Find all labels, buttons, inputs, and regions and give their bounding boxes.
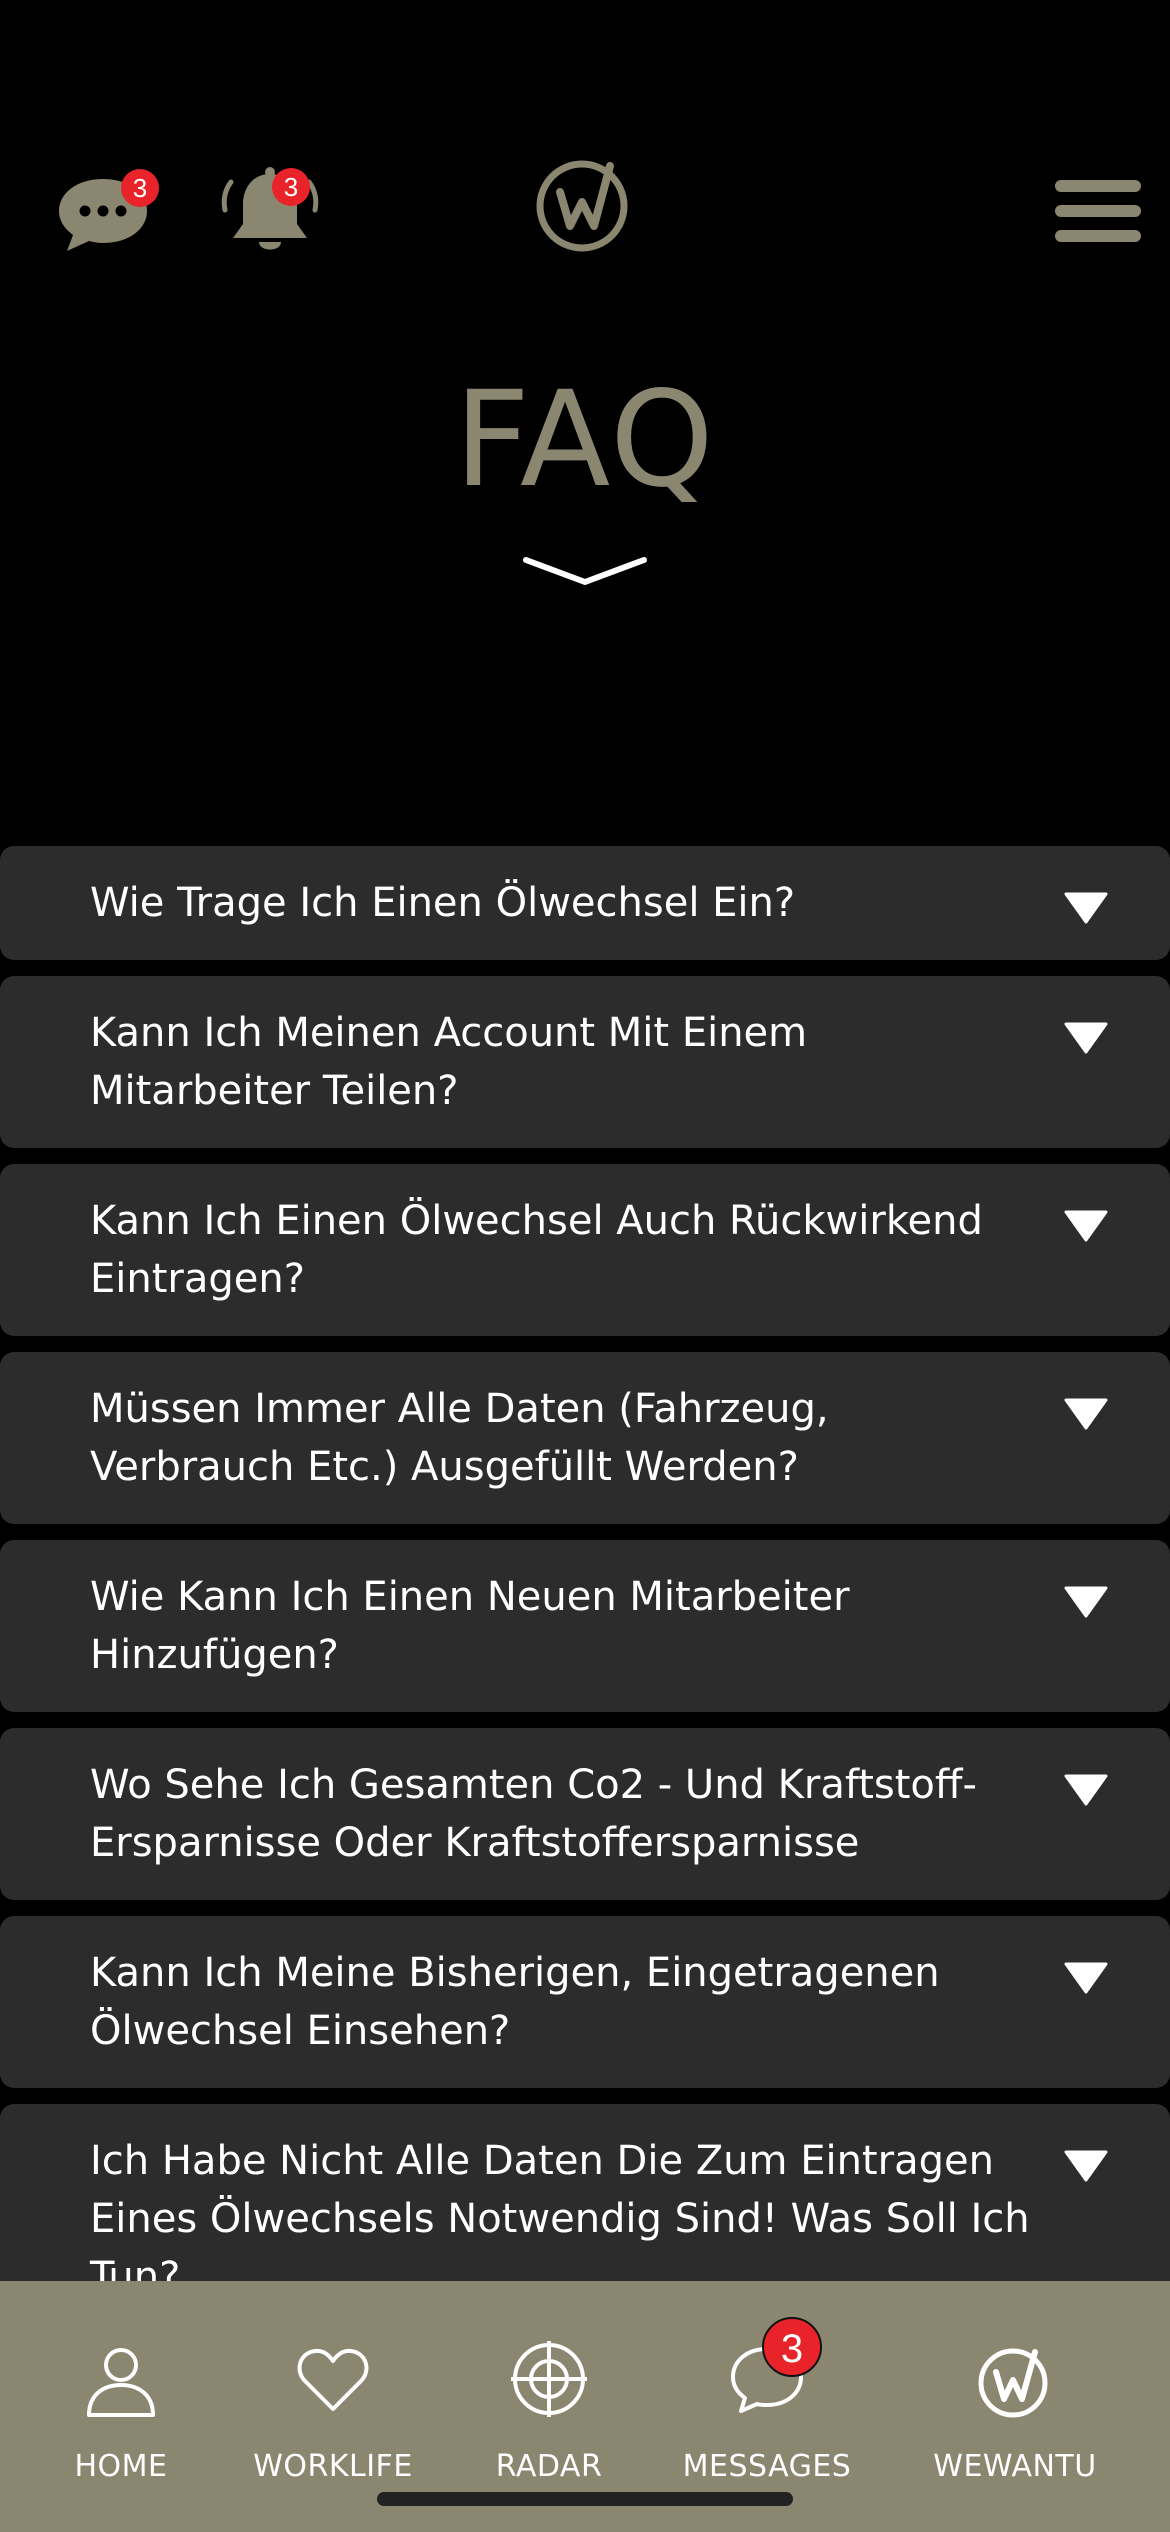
messages-badge: 3 <box>762 2317 822 2377</box>
home-indicator <box>377 2492 793 2506</box>
faq-item[interactable]: Wo Sehe Ich Gesamten Co2 - Und Kraftstof… <box>0 1728 1170 1900</box>
faq-screen: 3 3 FAQ Wie Trage Ich Einen Ölwechsel Ei… <box>0 0 1170 2532</box>
crosshair-icon <box>511 2341 587 2417</box>
chevron-down-icon[interactable] <box>522 552 648 592</box>
heart-icon <box>297 2348 369 2411</box>
nav-label: WEWANTU <box>933 2449 1097 2484</box>
faq-question: Wie Trage Ich Einen Ölwechsel Ein? <box>90 880 796 926</box>
person-icon <box>87 2348 155 2417</box>
bottom-nav: HOME WORKLIFE RADAR 3 MESSAGES WEWANTU <box>0 2281 1170 2532</box>
nav-label: MESSAGES <box>682 2449 852 2484</box>
triangle-down-icon <box>1064 1962 1108 1994</box>
triangle-down-icon <box>1064 892 1108 924</box>
bell-icon <box>221 167 319 250</box>
nav-label: RADAR <box>495 2449 603 2484</box>
faq-question: Müssen Immer Alle Daten (Fahrzeug, Verbr… <box>90 1386 829 1490</box>
faq-question: Kann Ich Meinen Account Mit Einem Mitarb… <box>90 1010 808 1114</box>
nav-wewantu[interactable]: WEWANTU <box>860 2281 1170 2532</box>
faq-item[interactable]: Wie Trage Ich Einen Ölwechsel Ein? <box>0 846 1170 960</box>
faq-question: Kann Ich Einen Ölwechsel Auch Rückwirken… <box>90 1198 983 1302</box>
hamburger-icon <box>1055 180 1141 242</box>
nav-label: WORKLIFE <box>253 2449 413 2484</box>
chat-badge: 3 <box>121 169 159 207</box>
faq-question: Ich Habe Nicht Alle Daten Die Zum Eintra… <box>90 2138 1030 2300</box>
faq-item[interactable]: Wie Kann Ich Einen Neuen Mitarbeiter Hin… <box>0 1540 1170 1712</box>
triangle-down-icon <box>1064 1022 1108 1054</box>
nav-home[interactable]: HOME <box>0 2281 242 2532</box>
triangle-down-icon <box>1064 1586 1108 1618</box>
faq-question: Wo Sehe Ich Gesamten Co2 - Und Kraftstof… <box>90 1762 977 1866</box>
faq-item[interactable]: Müssen Immer Alle Daten (Fahrzeug, Verbr… <box>0 1352 1170 1524</box>
faq-item[interactable]: Kann Ich Meine Bisherigen, Eingetragenen… <box>0 1916 1170 2088</box>
menu-button[interactable] <box>1053 178 1143 244</box>
faq-list: Wie Trage Ich Einen Ölwechsel Ein? Kann … <box>0 846 1170 2350</box>
header: 3 3 FAQ <box>0 0 1170 585</box>
triangle-down-icon <box>1064 2150 1108 2182</box>
faq-item[interactable]: Kann Ich Meinen Account Mit Einem Mitarb… <box>0 976 1170 1148</box>
page-title: FAQ <box>454 363 716 517</box>
chat-button[interactable]: 3 <box>55 165 159 255</box>
faq-question: Kann Ich Meine Bisherigen, Eingetragenen… <box>90 1950 940 2054</box>
faq-item[interactable]: Kann Ich Einen Ölwechsel Auch Rückwirken… <box>0 1164 1170 1336</box>
notifications-button[interactable]: 3 <box>215 160 325 260</box>
triangle-down-icon <box>1064 1398 1108 1430</box>
bell-badge: 3 <box>272 168 310 206</box>
triangle-down-icon <box>1064 1774 1108 1806</box>
wewantu-logo-icon <box>536 160 628 252</box>
wewantu-logo-icon <box>978 2348 1048 2418</box>
triangle-down-icon <box>1064 1210 1108 1242</box>
nav-label: HOME <box>74 2449 168 2484</box>
wewantu-logo[interactable] <box>532 148 636 256</box>
faq-question: Wie Kann Ich Einen Neuen Mitarbeiter Hin… <box>90 1574 850 1678</box>
